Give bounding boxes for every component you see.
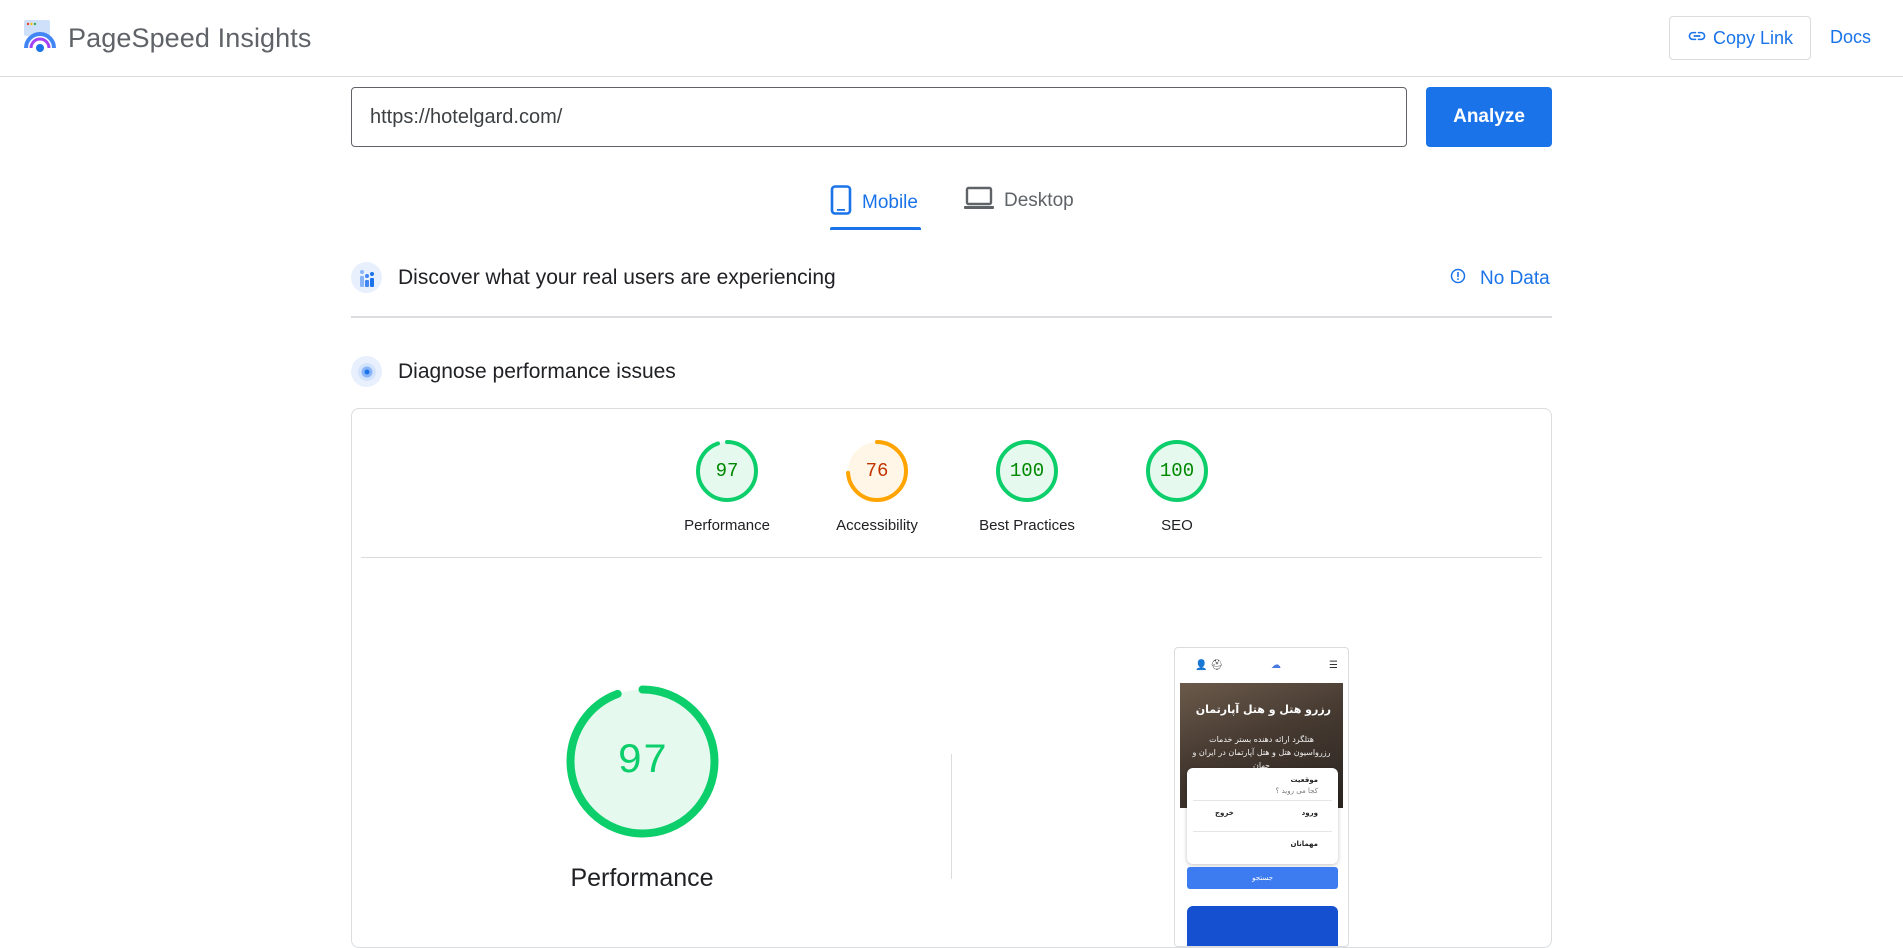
users-chart-icon <box>351 262 382 293</box>
thumb-search-button: جستجو <box>1187 867 1338 889</box>
thumb-row-label: موقعیت <box>1290 776 1318 784</box>
laptop-icon <box>964 185 994 217</box>
gauge-value: 100 <box>1009 460 1045 482</box>
app-title: PageSpeed Insights <box>68 23 312 53</box>
url-input[interactable] <box>351 87 1407 147</box>
gauge-accessibility[interactable]: 76 Accessibility <box>817 439 937 534</box>
performance-main-score: 97 <box>617 737 668 785</box>
gauge-label: Best Practices <box>979 517 1075 534</box>
tab-mobile[interactable]: Mobile <box>830 185 918 221</box>
final-screenshot-thumbnail: 👤 ⛑ ☁ ☰ رزرو هتل و هتل آپارتمان هتلگرد ا… <box>1174 647 1349 947</box>
lighthouse-report-card: 97 Performance 76 Accessibility 100 Best… <box>351 408 1552 948</box>
lab-data-title: Diagnose performance issues <box>398 359 676 383</box>
section-divider <box>351 316 1552 318</box>
pagespeed-logo-icon <box>22 18 58 59</box>
gauge-label: Performance <box>684 517 770 534</box>
brand[interactable]: PageSpeed Insights <box>22 18 311 59</box>
top-app-bar: PageSpeed Insights Copy Link Docs <box>0 0 1903 77</box>
thumb-bottom-bar <box>1187 906 1338 946</box>
info-icon <box>1450 268 1466 290</box>
thumb-row-guests: مهمانان <box>1193 832 1332 862</box>
thumb-hero-title: رزرو هتل و هتل آپارتمان <box>1195 703 1331 716</box>
score-gauges: 97 Performance 76 Accessibility 100 Best… <box>352 439 1551 539</box>
gauge-seo[interactable]: 100 SEO <box>1117 439 1237 534</box>
vertical-divider <box>951 754 952 879</box>
copy-link-label: Copy Link <box>1712 27 1794 48</box>
tab-desktop[interactable]: Desktop <box>964 185 1074 217</box>
link-icon <box>1687 26 1707 51</box>
field-data-title: Discover what your real users are experi… <box>398 265 836 289</box>
smartphone-icon <box>830 185 852 221</box>
docs-link[interactable]: Docs <box>1830 27 1871 48</box>
tab-desktop-label: Desktop <box>1004 190 1074 211</box>
gauge-value: 76 <box>865 460 889 482</box>
thumb-row-dates: ورود خروج <box>1193 801 1332 832</box>
no-data-link[interactable]: No Data <box>1450 268 1550 290</box>
thumb-menu-icon: ☰ <box>1329 659 1338 671</box>
active-tab-indicator <box>830 227 921 230</box>
thumb-row-in: ورود <box>1301 809 1318 817</box>
gauge-best-practices[interactable]: 100 Best Practices <box>967 439 1087 534</box>
analyze-button[interactable]: Analyze <box>1426 87 1552 147</box>
thumb-search-form: موقعیت کجا می روید ؟ ورود خروج مهمانان <box>1187 768 1338 864</box>
no-data-label: No Data <box>1480 268 1550 289</box>
thumb-hero-subtitle: هتلگرد ارائه دهنده بستر خدمات رزرواسیون … <box>1192 735 1331 770</box>
gauge-label: SEO <box>1161 517 1193 534</box>
thumb-row-out: خروج <box>1215 809 1234 817</box>
card-divider <box>361 557 1542 558</box>
thumb-logo-icon: ☁ <box>1270 659 1281 671</box>
gauge-value: 100 <box>1159 460 1195 482</box>
thumb-row-location: موقعیت کجا می روید ؟ <box>1193 770 1332 801</box>
thumb-header: 👤 ⛑ ☁ ☰ <box>1175 648 1348 682</box>
gauge-value: 97 <box>715 460 739 482</box>
thumb-user-icons: 👤 ⛑ <box>1195 659 1223 671</box>
gauge-performance[interactable]: 97 Performance <box>667 439 787 534</box>
performance-main-label: Performance <box>570 864 714 892</box>
gauge-label: Accessibility <box>836 517 918 534</box>
tab-mobile-label: Mobile <box>862 192 918 213</box>
copy-link-button[interactable]: Copy Link <box>1669 16 1811 60</box>
thumb-row-label: مهمانان <box>1290 840 1318 848</box>
lighthouse-target-icon <box>351 356 382 387</box>
lab-data-section: Diagnose performance issues <box>351 356 676 387</box>
thumb-row-sub: کجا می روید ؟ <box>1275 787 1318 795</box>
field-data-section: Discover what your real users are experi… <box>351 262 836 293</box>
